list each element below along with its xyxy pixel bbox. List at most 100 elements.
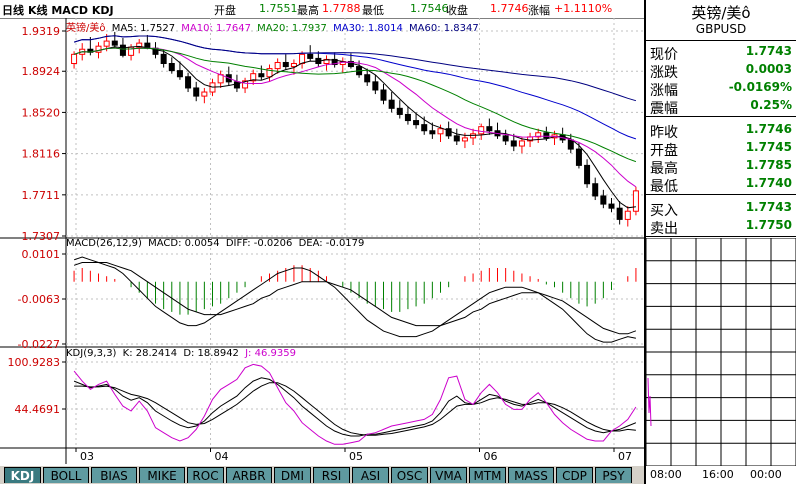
panel-row-value: 1.7743 (745, 44, 792, 58)
panel-grid-lines (645, 237, 796, 467)
candle-body (282, 61, 289, 68)
dea-value: DEA: -0.0179 (298, 238, 365, 249)
tab-kdj[interactable]: KDJ (4, 467, 41, 483)
kdj-y-tick-label: 100.9283 (8, 356, 61, 369)
candle-body (592, 183, 599, 197)
tab-vma[interactable]: VMA (430, 467, 467, 483)
candle-body (168, 63, 175, 72)
x-tick-label: 04 (215, 450, 229, 463)
panel-row: 卖出 1.7750 (646, 216, 796, 237)
candle-body (502, 135, 509, 142)
x-tick-label: 05 (349, 450, 363, 463)
panel-row-value: 0.25% (750, 98, 792, 112)
x-tick-label: 06 (484, 450, 498, 463)
tab-rsi[interactable]: RSI (313, 467, 350, 483)
candle-body (608, 203, 615, 209)
panel-row-value: 1.7746 (745, 122, 792, 136)
candle-body (518, 140, 525, 147)
candle-body (176, 70, 183, 78)
candle-body (624, 210, 631, 220)
panel-divider (646, 194, 796, 195)
candle-body (364, 74, 371, 83)
panel-row-label: 最低 (650, 179, 678, 195)
close-label: 收盘 (446, 4, 468, 17)
k-value: K: 28.2414 (122, 348, 178, 359)
tab-roc[interactable]: ROC (187, 467, 224, 483)
tab-boll[interactable]: BOLL (43, 467, 89, 483)
candle-body (233, 81, 240, 89)
candle-body (380, 89, 387, 101)
candle-body (258, 73, 265, 78)
tab-arbr[interactable]: ARBR (226, 467, 272, 483)
chart-window: 1.9319 1.8924 1.8520 1.8116 1.7711 1.7307 0.01… (0, 0, 796, 484)
candle-body (193, 87, 200, 97)
panel-title: 英镑/美ô (691, 4, 751, 22)
panel-code: GBPUSD (695, 22, 747, 36)
j-value: J: 46.9359 (245, 348, 296, 359)
panel-grid (645, 237, 796, 467)
tab-asi[interactable]: ASI (352, 467, 389, 483)
candle-body (307, 53, 314, 59)
price-y-tick-label: 1.9319 (22, 25, 61, 38)
indicator-set-label: K线 MACD KDJ (28, 4, 114, 17)
tab-bias[interactable]: BIAS (91, 467, 137, 483)
low-label: 最低 (362, 4, 384, 17)
macd-legend: MACD(26,12,9) MACD: 0.0054 DIFF: -0.0206… (66, 238, 364, 249)
ma10-value: MA10: 1.7647 (181, 23, 251, 34)
ma-legend-name: 英镑/美ô (66, 23, 106, 34)
panel-row: 现价 1.7743 (646, 42, 796, 63)
panel-row: 昨收 1.7746 (646, 120, 796, 141)
tab-mass[interactable]: MASS (508, 467, 554, 483)
panel-row-value: 1.7745 (745, 140, 792, 154)
price-y-tick-label: 1.7307 (22, 230, 61, 243)
panel-row-value: 0.0003 (745, 62, 792, 76)
candle-body (543, 132, 550, 139)
price-y-tick-label: 1.8924 (22, 65, 61, 78)
panel-row: 买入 1.7743 (646, 198, 796, 219)
candle-body (95, 45, 102, 53)
panel-row-value: -0.0169% (728, 80, 792, 94)
candle-body (510, 140, 517, 147)
tab-osc[interactable]: OSC (391, 467, 428, 483)
tab-mtm[interactable]: MTM (469, 467, 506, 483)
candle-body (119, 44, 126, 56)
candle-body (185, 76, 192, 89)
candle-body (632, 190, 639, 212)
low-value: 1.7546 (410, 2, 449, 15)
candle-body (404, 113, 411, 122)
candle-body (486, 126, 493, 132)
tab-psy[interactable]: PSY (595, 467, 632, 483)
candle-body (388, 99, 395, 109)
panel-time-label: 16:00 (702, 468, 734, 481)
ma20-value: MA20: 1.7937 (257, 23, 327, 34)
candle-body (584, 164, 591, 185)
candle-body (299, 53, 306, 65)
panel-divider (646, 236, 796, 237)
candle-body (396, 107, 403, 115)
panel-row: 震幅 0.25% (646, 96, 796, 117)
panel-row: 开盘 1.7745 (646, 138, 796, 159)
candle-body (413, 120, 420, 126)
open-value: 1.7551 (259, 2, 298, 15)
panel-time-label: 00:00 (750, 468, 782, 481)
candle-body (429, 130, 436, 135)
quote-panel: 英镑/美ô GBPUSD 现价 1.7743 涨跌 0.0003 涨幅 -0.0169% 震… (644, 0, 796, 484)
panel-row: 涨幅 -0.0169% (646, 78, 796, 99)
high-label: 最高 (297, 4, 319, 17)
candle-body (111, 40, 118, 46)
macd-title: MACD(26,12,9) (66, 238, 142, 249)
diff-value: DIFF: -0.0206 (225, 238, 293, 249)
price-y-tick-label: 1.8520 (22, 106, 61, 119)
tab-dmi[interactable]: DMI (274, 467, 311, 483)
panel-time-label: 08:00 (650, 468, 682, 481)
candle-body (616, 207, 623, 220)
candle-body (201, 91, 208, 97)
tab-mike[interactable]: MIKE (139, 467, 185, 483)
candle-body (600, 195, 607, 205)
panel-intraday-line (647, 377, 652, 427)
panel-row: 最高 1.7785 (646, 156, 796, 177)
x-tick-label: 03 (80, 450, 94, 463)
d-value: D: 18.8942 (183, 348, 239, 359)
macd-y-tick-label: -0.0063 (18, 293, 60, 306)
tab-cdp[interactable]: CDP (556, 467, 593, 483)
